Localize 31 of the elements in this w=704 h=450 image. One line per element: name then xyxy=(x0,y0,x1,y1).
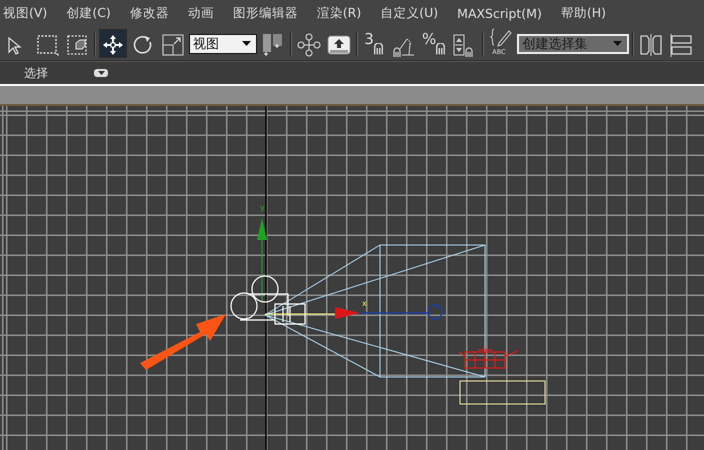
menu-item[interactable]: 创建(C) xyxy=(66,3,111,24)
menu-item[interactable]: 帮助(H) xyxy=(560,3,606,24)
magnet-icon xyxy=(436,43,446,55)
pivot-rectangles-icon xyxy=(261,33,285,57)
percent-snap-toggle[interactable]: % xyxy=(420,29,450,58)
magnet-icon xyxy=(374,43,383,55)
scale-squares-icon xyxy=(161,33,185,57)
coordinate-dropdown[interactable]: 视图 xyxy=(189,34,257,54)
move-arrows-icon xyxy=(101,33,125,57)
mirror-icon xyxy=(639,33,664,57)
caret-icon xyxy=(242,41,251,46)
menu-item[interactable]: 动画 xyxy=(188,3,214,24)
snap-toggle[interactable]: 3 xyxy=(361,29,388,58)
menu-item[interactable]: 渲染(R) xyxy=(316,3,362,24)
caret-icon xyxy=(98,71,104,75)
menu-item[interactable]: 自定义(U) xyxy=(380,3,438,24)
dashed-box-cube-icon xyxy=(65,33,89,57)
menu-item[interactable]: 修改器 xyxy=(130,3,169,24)
menu-item[interactable]: MAXScript(M) xyxy=(457,4,542,23)
dashed-rectangle-icon xyxy=(35,33,59,57)
axis-label: x xyxy=(362,299,367,308)
caret-icon xyxy=(613,41,622,46)
teapot-drawing xyxy=(458,345,519,369)
ribbon-tab[interactable]: 选择 xyxy=(24,64,48,82)
menu-item[interactable]: 视图(V) xyxy=(3,3,48,24)
node-hierarchy-icon xyxy=(297,33,321,57)
axis-label: y xyxy=(260,203,265,212)
align-icon xyxy=(669,33,694,57)
menu-item[interactable]: 图形编辑器 xyxy=(232,3,298,24)
ribbon-dropdown-button[interactable] xyxy=(94,69,108,77)
move-button[interactable] xyxy=(99,29,127,58)
